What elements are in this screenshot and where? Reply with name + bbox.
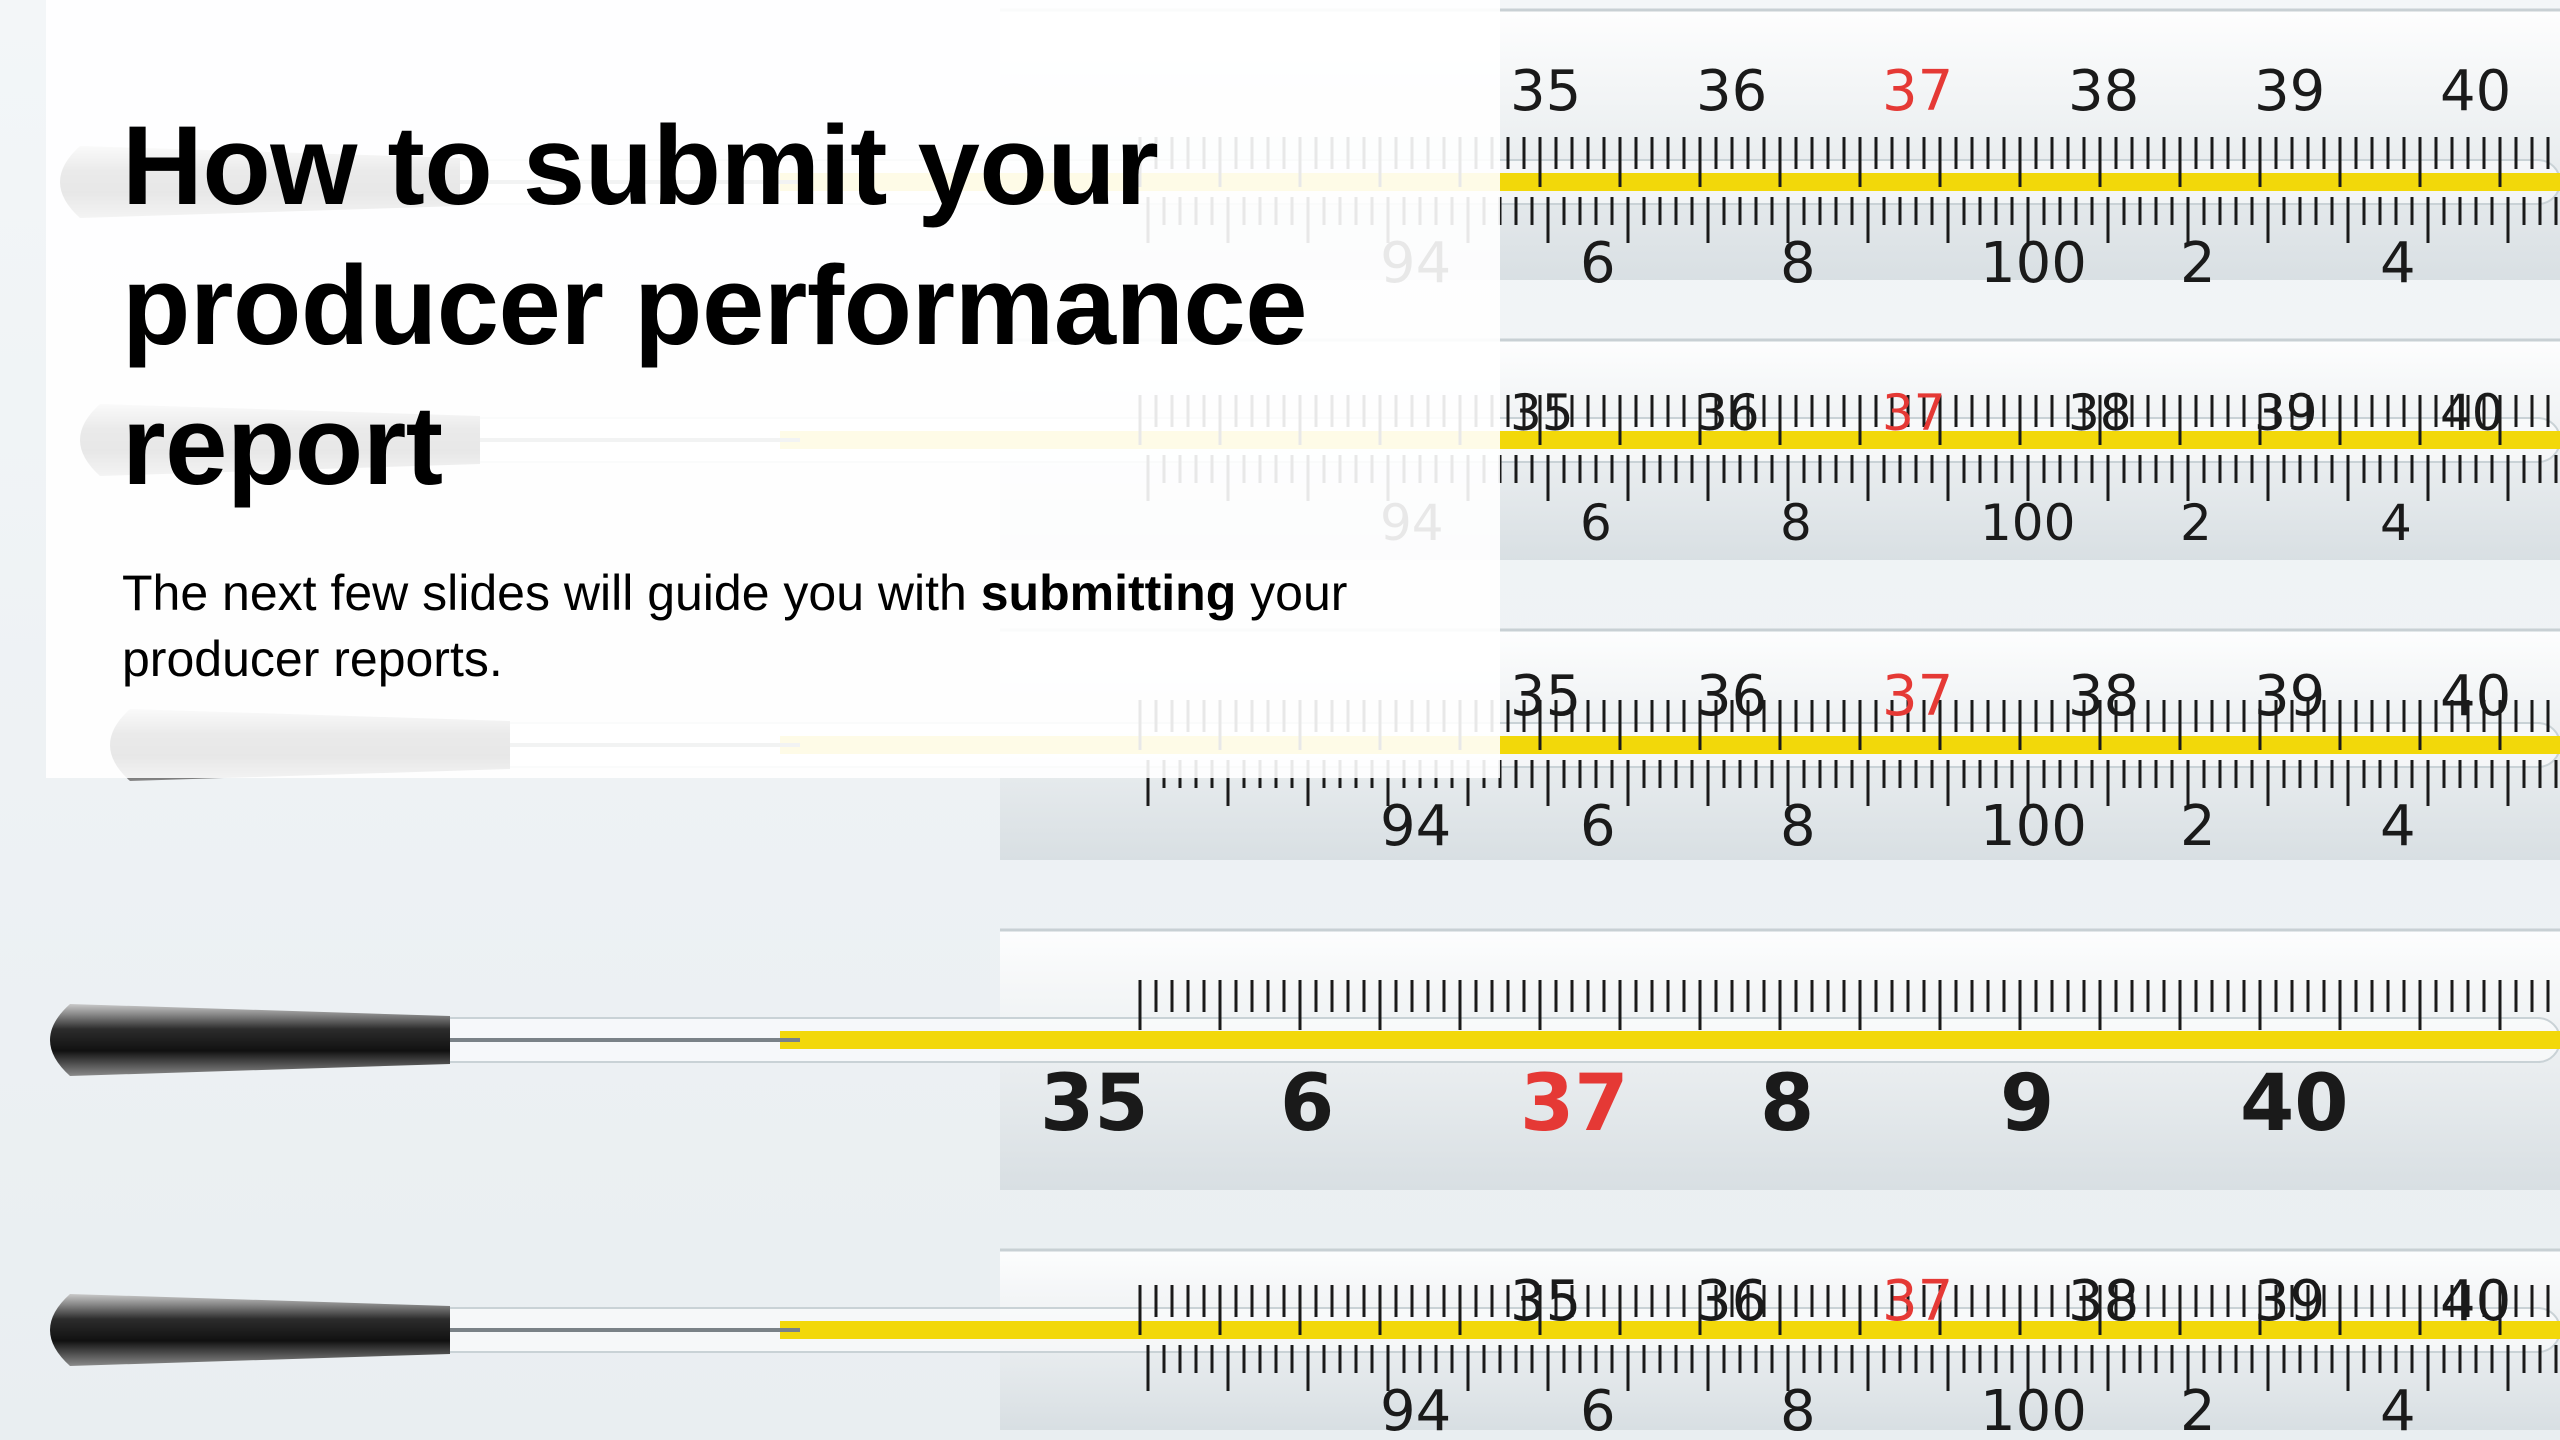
celsius-label: 36 xyxy=(1696,384,1760,442)
celsius-label: 8 xyxy=(1760,1059,1814,1149)
celsius-label: 35 xyxy=(1510,664,1581,729)
fahrenheit-label: 2 xyxy=(2180,494,2212,552)
slide-subtitle: The next few slides will guide you with … xyxy=(122,560,1452,692)
celsius-label: 40 xyxy=(2440,384,2504,442)
thermometer: 35 36 37 38 39 40 94 6 8 100 2 4 xyxy=(50,1248,2560,1440)
fahrenheit-label: 100 xyxy=(1980,494,2075,552)
celsius-label: 9 xyxy=(2000,1059,2054,1149)
celsius-label: 37 xyxy=(1882,59,1953,124)
celsius-label: 39 xyxy=(2254,59,2325,124)
fahrenheit-label: 100 xyxy=(1980,231,2087,296)
fahrenheit-label: 94 xyxy=(1380,794,1451,859)
celsius-label: 35 xyxy=(1510,1269,1581,1334)
fahrenheit-label: 4 xyxy=(2380,1379,2416,1440)
celsius-label: 40 xyxy=(2440,664,2511,729)
subtitle-bold-text: submitting xyxy=(980,565,1237,621)
celsius-label: 37 xyxy=(1882,664,1953,729)
celsius-label: 37 xyxy=(1520,1059,1629,1149)
fahrenheit-label: 8 xyxy=(1780,494,1812,552)
celsius-label: 39 xyxy=(2254,1269,2325,1334)
celsius-label: 39 xyxy=(2254,664,2325,729)
slide: 3536373839409468100243536373839409468100… xyxy=(0,0,2560,1440)
celsius-label: 35 xyxy=(1040,1059,1149,1149)
fahrenheit-label: 2 xyxy=(2180,231,2216,296)
thermometer-tip xyxy=(50,1294,450,1366)
celsius-label: 38 xyxy=(2068,59,2139,124)
fahrenheit-label: 8 xyxy=(1780,231,1816,296)
fahrenheit-label: 100 xyxy=(1980,1379,2087,1440)
fahrenheit-label: 2 xyxy=(2180,794,2216,859)
celsius-label: 40 xyxy=(2440,59,2511,124)
fahrenheit-label: 6 xyxy=(1580,494,1612,552)
fahrenheit-label: 94 xyxy=(1380,1379,1451,1440)
celsius-label: 38 xyxy=(2068,384,2132,442)
celsius-label: 36 xyxy=(1696,1269,1767,1334)
celsius-label: 37 xyxy=(1882,384,1946,442)
celsius-label: 36 xyxy=(1696,59,1767,124)
celsius-label: 36 xyxy=(1696,664,1767,729)
fahrenheit-label: 4 xyxy=(2380,494,2412,552)
celsius-label: 35 xyxy=(1510,59,1581,124)
fahrenheit-label: 8 xyxy=(1780,1379,1816,1440)
fahrenheit-label: 8 xyxy=(1780,794,1816,859)
thermometer: 35 6 37 8 9 40 xyxy=(50,928,2560,1190)
celsius-label: 39 xyxy=(2254,384,2318,442)
celsius-label: 35 xyxy=(1510,384,1574,442)
fahrenheit-label: 6 xyxy=(1580,794,1616,859)
celsius-label: 40 xyxy=(2240,1059,2349,1149)
celsius-label: 38 xyxy=(2068,1269,2139,1334)
fahrenheit-label: 4 xyxy=(2380,794,2416,859)
subtitle-text-start: The next few slides will guide you with xyxy=(122,565,981,621)
fahrenheit-label: 100 xyxy=(1980,794,2087,859)
fahrenheit-label: 4 xyxy=(2380,231,2416,296)
fahrenheit-label: 6 xyxy=(1580,1379,1616,1440)
fahrenheit-label: 6 xyxy=(1580,231,1616,296)
celsius-label: 40 xyxy=(2440,1269,2511,1334)
celsius-label: 38 xyxy=(2068,664,2139,729)
celsius-label: 37 xyxy=(1882,1269,1953,1334)
slide-title: How to submit your producer performance … xyxy=(122,103,1307,508)
fahrenheit-label: 2 xyxy=(2180,1379,2216,1440)
thermometer-tip xyxy=(50,1004,450,1076)
celsius-label: 6 xyxy=(1280,1059,1334,1149)
